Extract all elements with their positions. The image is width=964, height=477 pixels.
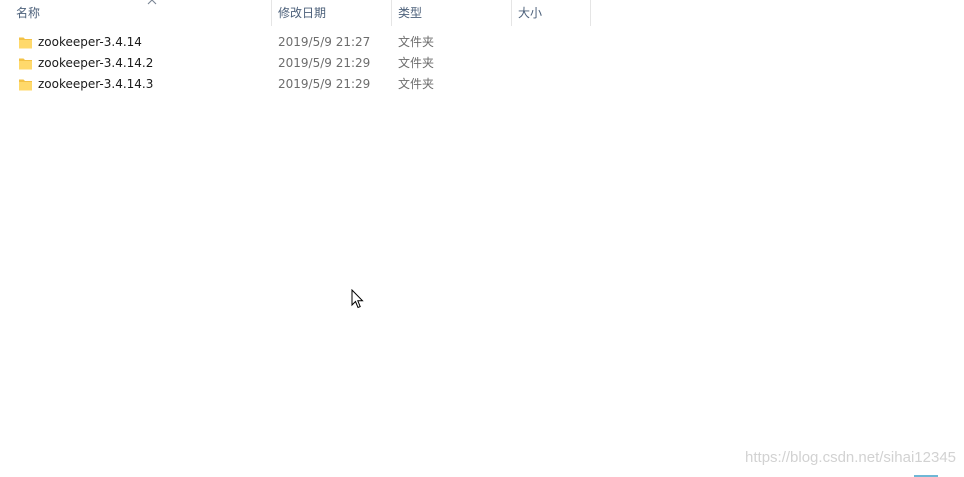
file-date: 2019/5/9 21:29 <box>278 77 371 91</box>
column-header-bar: 名称 修改日期 类型 大小 <box>0 0 964 26</box>
file-list: zookeeper-3.4.14 2019/5/9 21:27 文件夹 zook… <box>0 32 964 95</box>
folder-icon <box>19 79 32 91</box>
file-icon-cell <box>18 74 34 95</box>
file-row[interactable]: zookeeper-3.4.14.3 2019/5/9 21:29 文件夹 <box>0 74 600 95</box>
column-header-name[interactable]: 名称 <box>10 0 271 26</box>
folder-icon <box>19 58 32 70</box>
column-header-name-label: 名称 <box>16 6 41 20</box>
file-explorer-view: 名称 修改日期 类型 大小 zookeeper-3.4.14 2019/5/9 … <box>0 0 964 477</box>
file-type: 文件夹 <box>398 35 435 49</box>
file-icon-cell <box>18 32 34 53</box>
column-header-date[interactable]: 修改日期 <box>271 0 391 26</box>
column-header-type-label: 类型 <box>398 6 423 20</box>
file-name: zookeeper-3.4.14.3 <box>38 77 154 91</box>
file-row[interactable]: zookeeper-3.4.14.2 2019/5/9 21:29 文件夹 <box>0 53 600 74</box>
mouse-pointer-icon <box>351 289 364 309</box>
file-name: zookeeper-3.4.14.2 <box>38 56 154 70</box>
file-row[interactable]: zookeeper-3.4.14 2019/5/9 21:27 文件夹 <box>0 32 600 53</box>
column-header-type[interactable]: 类型 <box>391 0 511 26</box>
file-icon-cell <box>18 53 34 74</box>
file-type: 文件夹 <box>398 77 435 91</box>
file-date: 2019/5/9 21:27 <box>278 35 371 49</box>
column-header-size[interactable]: 大小 <box>511 0 591 26</box>
column-header-size-label: 大小 <box>518 6 543 20</box>
file-type: 文件夹 <box>398 56 435 70</box>
watermark-text: https://blog.csdn.net/sihai12345 <box>745 449 956 466</box>
file-name: zookeeper-3.4.14 <box>38 35 142 49</box>
file-date: 2019/5/9 21:29 <box>278 56 371 70</box>
folder-icon <box>19 37 32 49</box>
sort-ascending-icon <box>147 0 157 5</box>
column-header-date-label: 修改日期 <box>278 6 327 20</box>
